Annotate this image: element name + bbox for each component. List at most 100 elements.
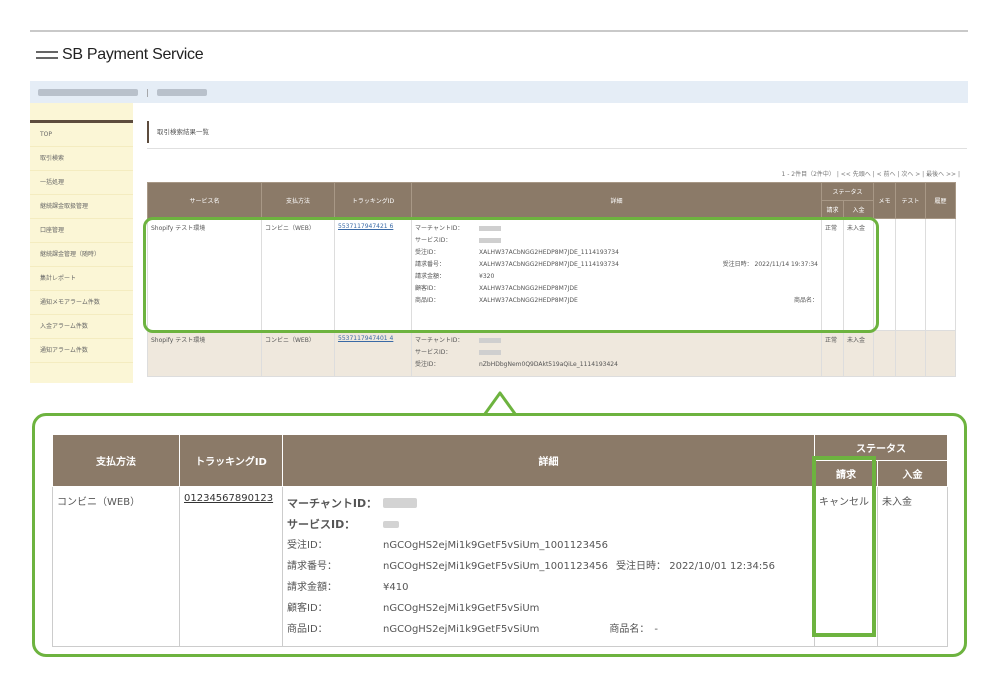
col-memo: メモ <box>873 182 897 219</box>
detail-line: 受注ID： XALHW37ACbNGG2HEDP8M7JDE_1114193734 <box>415 247 818 259</box>
detail-line: マーチャントID： <box>415 335 818 347</box>
cell-billing: 正常 <box>821 330 844 377</box>
logo-text: SB Payment Service <box>62 46 204 63</box>
sidebar-item[interactable]: TOP <box>30 123 133 147</box>
tracking-link[interactable]: 5537117947421 6 <box>338 223 393 230</box>
detail-value <box>479 347 818 359</box>
breadcrumb-separator: | <box>146 87 149 97</box>
title-divider <box>147 148 967 149</box>
cell-tracking: 5537117947421 6 <box>334 218 412 331</box>
zoom-detail-key: 請求番号： <box>287 561 337 572</box>
detail-line: 請求番号： XALHW37ACbNGG2HEDP8M7JDE_1114193734… <box>415 259 818 271</box>
cell-service: Shopify テスト環境 <box>147 330 262 377</box>
col-test: テスト <box>895 182 927 219</box>
results-body: Shopify テスト環境 コンビニ（WEB） 5537117947421 6 マーチ… <box>147 218 957 377</box>
zoom-row: コンビニ（WEB） 01234567890123 マーチャントID： サービスID… <box>52 486 948 647</box>
detail-key: 請求番号： <box>415 261 446 268</box>
detail-key: 商品ID： <box>415 297 440 304</box>
zoom-col-deposit: 入金 <box>877 460 948 487</box>
redacted-value <box>479 338 501 343</box>
zoom-detail-key: 受注ID： <box>287 540 328 551</box>
detail-line: 受注ID： nZbHDbgNem0Q9DAkt519aQiLe_111419342… <box>415 359 818 371</box>
zoom-detail-value: nGCOgHS2ejMi1k9GetF5vSiUm <box>383 624 540 635</box>
detail-line: サービスID： <box>415 235 818 247</box>
col-tracking: トラッキングID <box>334 182 412 219</box>
col-service: サービス名 <box>147 182 262 219</box>
zoom-col-tracking: トラッキングID <box>179 434 283 487</box>
detail-line: 顧客ID： XALHW37ACbNGG2HEDP8M7JDE <box>415 283 818 295</box>
table-row: Shopify テスト環境 コンビニ（WEB） 5537117947421 6 マーチ… <box>147 218 957 331</box>
col-billing: 請求 <box>821 200 844 219</box>
zoom-tracking-link[interactable]: 01234567890123 <box>184 493 273 504</box>
detail-value: XALHW37ACbNGG2HEDP8M7JDE <box>479 297 578 304</box>
detail-value: XALHW37ACbNGG2HEDP8M7JDE <box>479 285 578 292</box>
sidebar-item[interactable]: 集計レポート <box>30 267 133 291</box>
sidebar-item[interactable]: 取引検索 <box>30 147 133 171</box>
tracking-link[interactable]: 5537117947401 4 <box>338 335 393 342</box>
top-divider <box>30 30 968 32</box>
detail-line: サービスID： <box>415 347 818 359</box>
zoom-detail-value: nGCOgHS2ejMi1k9GetF5vSiUm_1001123456 <box>383 561 609 572</box>
detail-value <box>479 223 818 235</box>
detail-value <box>479 335 818 347</box>
detail-extra: 受注日時： 2022/11/14 19:37:34 <box>722 261 818 268</box>
detail-line: 請求金額： ¥320 <box>415 271 818 283</box>
zoom-details: マーチャントID： サービスID： 受注ID： nGCOgHS2ejMi1k9GetF… <box>282 486 815 647</box>
sidebar-item[interactable]: 継続課金管理（随時） <box>30 243 133 267</box>
redacted-value <box>383 498 417 508</box>
sidebar-item[interactable]: 入金アラーム件数 <box>30 315 133 339</box>
detail-value: XALHW37ACbNGG2HEDP8M7JDE_1114193734 <box>479 261 619 268</box>
cell-tracking: 5537117947401 4 <box>334 330 412 377</box>
detail-key: サービスID： <box>415 237 452 244</box>
zoom-detail-extra: 商品名： - <box>609 624 659 635</box>
sidebar-item[interactable]: 通知メモアラーム件数 <box>30 291 133 315</box>
detail-value <box>479 235 818 247</box>
zoom-method: コンビニ（WEB） <box>52 486 180 647</box>
col-detail: 詳細 <box>411 182 822 219</box>
col-method: 支払方法 <box>261 182 335 219</box>
zoom-col-method: 支払方法 <box>52 434 180 487</box>
col-history: 履歴 <box>925 182 957 219</box>
zoom-detail-key: サービスID： <box>287 518 356 531</box>
table-row: Shopify テスト環境 コンビニ（WEB） 5537117947401 4 マーチ… <box>147 330 957 377</box>
detail-key: 請求金額： <box>415 273 446 280</box>
sidebar-header <box>30 103 133 123</box>
cell-detail: マーチャントID： サービスID： 受注ID： XALHW37ACbNGG2HEDP8… <box>411 218 822 331</box>
sidebar-item[interactable]: 通知アラーム件数 <box>30 339 133 363</box>
zoom-detail-line: 顧客ID： nGCOgHS2ejMi1k9GetF5vSiUm <box>287 598 810 619</box>
sidebar-item[interactable]: 口座管理 <box>30 219 133 243</box>
app-logo[interactable]: SB Payment Service <box>36 44 204 66</box>
page-title: 取引検索結果一覧 <box>147 121 967 143</box>
detail-key: マーチャントID： <box>415 225 464 232</box>
sidebar-item[interactable]: 一括処理 <box>30 171 133 195</box>
cell-test <box>895 330 927 377</box>
cell-method: コンビニ（WEB） <box>261 330 335 377</box>
detail-key: 顧客ID： <box>415 285 440 292</box>
zoom-detail-value <box>383 493 417 514</box>
cell-deposit: 未入金 <box>842 218 875 331</box>
sidebar-item[interactable]: 継続課金取扱管理 <box>30 195 133 219</box>
cell-method: コンビニ（WEB） <box>261 218 335 331</box>
zoom-detail-value <box>383 514 399 535</box>
redacted-value <box>479 226 501 231</box>
detail-extra: 商品名： <box>793 297 818 304</box>
cell-memo <box>873 218 897 331</box>
zoom-table: 支払方法 トラッキングID 詳細 ステータス 請求 入金 コンビニ（WEB） 0… <box>52 434 948 647</box>
zoom-detail-key: 商品ID： <box>287 624 328 635</box>
col-deposit: 入金 <box>842 200 875 219</box>
pagination[interactable]: 1 - 2件目（2件中） | << 先頭へ | < 前へ | 次へ > | 最後… <box>600 169 961 178</box>
zoom-detail-value: nGCOgHS2ejMi1k9GetF5vSiUm_1001123456 <box>383 540 609 551</box>
zoom-detail-key: マーチャントID： <box>287 497 378 510</box>
redacted-value <box>479 238 501 243</box>
hamburger-menu-icon[interactable] <box>36 49 58 61</box>
zoom-detail-key: 顧客ID： <box>287 603 328 614</box>
col-status: ステータス <box>820 182 875 201</box>
cell-service: Shopify テスト環境 <box>147 218 262 331</box>
zoom-detail-value: nGCOgHS2ejMi1k9GetF5vSiUm <box>383 603 540 614</box>
detail-key: 受注ID： <box>415 249 440 256</box>
zoom-detail-extra: 受注日時： 2022/10/01 12:34:56 <box>616 561 775 572</box>
redacted-value <box>479 350 501 355</box>
zoom-detail-line: 請求番号： nGCOgHS2ejMi1k9GetF5vSiUm_100112345… <box>287 556 810 577</box>
detail-line: 商品ID： XALHW37ACbNGG2HEDP8M7JDE 商品名： <box>415 295 818 307</box>
zoom-detail-line: 請求金額： ¥410 <box>287 577 810 598</box>
